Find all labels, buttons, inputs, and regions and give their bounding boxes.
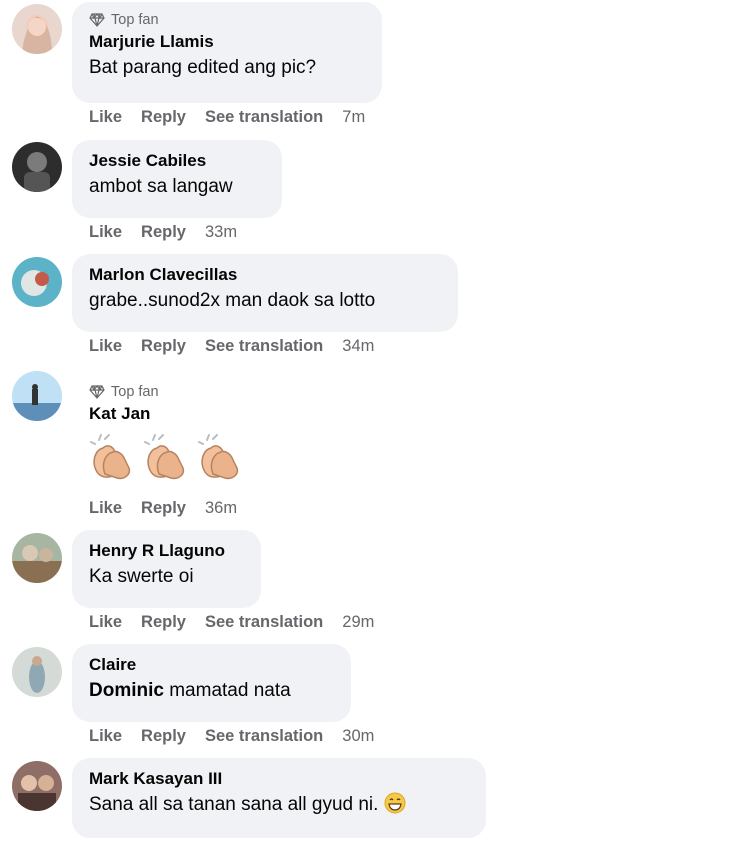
avatar[interactable] xyxy=(12,647,62,697)
grinning-face-icon xyxy=(384,792,406,814)
reply-button[interactable]: Reply xyxy=(141,613,186,632)
like-button[interactable]: Like xyxy=(89,613,122,632)
like-button[interactable]: Like xyxy=(89,499,122,518)
timestamp[interactable]: 30m xyxy=(342,727,374,746)
comment-text: ambot sa langaw xyxy=(89,176,233,197)
comment-bubble: Marlon Clavecillas grabe..sunod2x man da… xyxy=(72,254,458,332)
comment-actions: Like Reply 33m xyxy=(89,223,256,242)
diamond-icon xyxy=(89,13,105,27)
comment-body: Sana all sa tanan sana all gyud ni. xyxy=(89,794,379,815)
timestamp[interactable]: 34m xyxy=(342,337,374,356)
commenter-name[interactable]: Marjurie Llamis xyxy=(89,30,364,54)
commenter-name[interactable]: Henry R Llaguno xyxy=(89,539,243,563)
avatar[interactable] xyxy=(12,761,62,811)
timestamp[interactable]: 7m xyxy=(342,108,365,127)
top-fan-badge: Top fan xyxy=(89,10,364,30)
comment-text: Bat parang edited ang pic? xyxy=(89,57,317,78)
commenter-name[interactable]: Jessie Cabiles xyxy=(89,149,264,173)
comment-text: Dominic mamatad nata xyxy=(89,677,333,705)
comment-bubble: Top fan Kat Jan xyxy=(72,374,261,490)
comment-bubble: Top fan Marjurie Llamis Bat parang edite… xyxy=(72,2,382,103)
comment-text: grabe..sunod2x man daok sa lotto xyxy=(89,290,376,311)
see-translation-button[interactable]: See translation xyxy=(205,108,323,127)
badge-label: Top fan xyxy=(111,384,159,400)
commenter-name[interactable]: Marlon Clavecillas xyxy=(89,263,440,287)
comment-actions: Like Reply See translation 7m xyxy=(89,108,384,127)
timestamp[interactable]: 33m xyxy=(205,223,237,242)
emoji-row xyxy=(89,434,243,480)
clapping-hands-icon xyxy=(144,434,185,480)
reply-button[interactable]: Reply xyxy=(141,727,186,746)
like-button[interactable]: Like xyxy=(89,108,122,127)
timestamp[interactable]: 36m xyxy=(205,499,237,518)
see-translation-button[interactable]: See translation xyxy=(205,727,323,746)
like-button[interactable]: Like xyxy=(89,337,122,356)
diamond-icon xyxy=(89,385,105,399)
comment-bubble: Henry R Llaguno Ka swerte oi xyxy=(72,530,261,608)
mention-link[interactable]: Dominic xyxy=(89,680,164,701)
comment-bubble: Mark Kasayan III Sana all sa tanan sana … xyxy=(72,758,486,838)
comment-actions: Like Reply See translation 30m xyxy=(89,727,393,746)
reply-button[interactable]: Reply xyxy=(141,499,186,518)
comment-text: Sana all sa tanan sana all gyud ni. xyxy=(89,791,468,819)
comment-bubble: Jessie Cabiles ambot sa langaw xyxy=(72,140,282,218)
like-button[interactable]: Like xyxy=(89,727,122,746)
clapping-hands-icon xyxy=(198,434,239,480)
timestamp[interactable]: 29m xyxy=(342,613,374,632)
commenter-name[interactable]: Mark Kasayan III xyxy=(89,767,468,791)
see-translation-button[interactable]: See translation xyxy=(205,337,323,356)
see-translation-button[interactable]: See translation xyxy=(205,613,323,632)
commenter-name[interactable]: Kat Jan xyxy=(89,402,243,426)
reply-button[interactable]: Reply xyxy=(141,108,186,127)
avatar[interactable] xyxy=(12,142,62,192)
like-button[interactable]: Like xyxy=(89,223,122,242)
comment-actions: Like Reply 36m xyxy=(89,499,256,518)
comment-body: mamatad nata xyxy=(169,680,291,701)
comment-actions: Like Reply See translation 34m xyxy=(89,337,393,356)
reply-button[interactable]: Reply xyxy=(141,223,186,242)
avatar[interactable] xyxy=(12,533,62,583)
avatar[interactable] xyxy=(12,371,62,421)
comment-actions: Like Reply See translation 29m xyxy=(89,613,393,632)
comment-text: Ka swerte oi xyxy=(89,566,194,587)
top-fan-badge: Top fan xyxy=(89,382,243,402)
avatar[interactable] xyxy=(12,257,62,307)
commenter-name[interactable]: Claire xyxy=(89,653,333,677)
badge-label: Top fan xyxy=(111,12,159,28)
avatar[interactable] xyxy=(12,4,62,54)
reply-button[interactable]: Reply xyxy=(141,337,186,356)
clapping-hands-icon xyxy=(90,434,131,480)
comment-bubble: Claire Dominic mamatad nata xyxy=(72,644,351,722)
